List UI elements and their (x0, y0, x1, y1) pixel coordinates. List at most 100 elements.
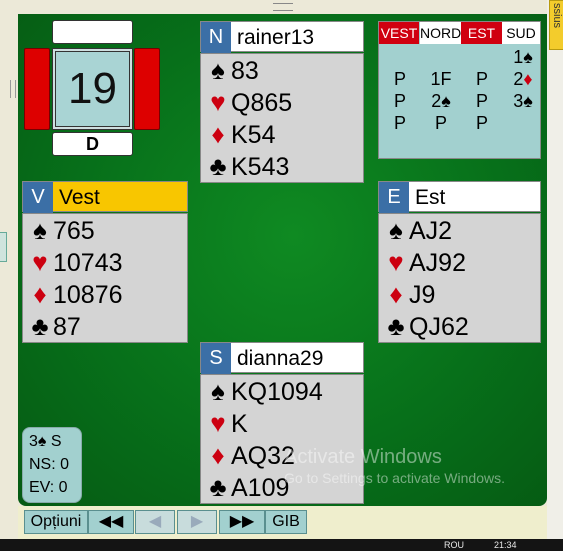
board-indicator: 19 D (22, 20, 162, 158)
previous-button[interactable]: ◀ (135, 510, 175, 534)
options-button[interactable]: Opțiuni (24, 510, 88, 534)
bidding-header-2: EST (461, 22, 502, 44)
dealer-indicator: D (52, 132, 133, 156)
bid-cell: P (393, 113, 406, 133)
bid-cell: P (475, 91, 488, 111)
west-header: V Vest (22, 181, 188, 213)
bid-cell: 2♠ (431, 91, 451, 111)
south-clubs-cards[interactable]: A109 (231, 474, 289, 502)
bid-cell: 1♠ (513, 47, 533, 67)
board-number: 19 (55, 51, 130, 127)
clock[interactable]: 21:34 (494, 539, 517, 551)
north-clubs-cards[interactable]: K543 (231, 153, 289, 181)
side-tab[interactable]: ssius (549, 0, 563, 50)
east-vulnerability-bar (134, 48, 160, 130)
west-diamonds: ♦ 10876 (23, 278, 187, 310)
bid-cell: P (475, 113, 488, 133)
activate-windows-subtitle: Go to Settings to activate Windows. (284, 470, 505, 486)
taskbar: ROU 21:34 (0, 539, 563, 551)
first-trick-button[interactable]: ◀◀ (88, 510, 134, 534)
north-spades: ♠ 83 (201, 54, 363, 86)
north-diamonds-cards[interactable]: K54 (231, 121, 275, 149)
north-spades-cards[interactable]: 83 (231, 57, 259, 85)
bidding-header-1: NORD (420, 22, 461, 44)
heart-icon: ♥ (388, 247, 404, 277)
south-hearts: ♥ K (201, 407, 363, 439)
bid-cell: 1F (430, 69, 452, 89)
last-trick-button[interactable]: ▶▶ (219, 510, 265, 534)
spade-icon: ♠ (389, 215, 403, 245)
west-diamonds-cards[interactable]: 10876 (53, 281, 123, 309)
west-seat-label: V (23, 182, 53, 213)
east-spades: ♠ AJ2 (379, 214, 540, 246)
east-seat-label: E (379, 182, 409, 213)
west-spades-cards[interactable]: 765 (53, 217, 95, 245)
east-clubs-cards[interactable]: QJ62 (409, 313, 469, 341)
club-icon: ♣ (387, 311, 405, 341)
west-clubs-cards[interactable]: 87 (53, 313, 81, 341)
north-player-name[interactable]: rainer13 (237, 22, 314, 53)
west-clubs: ♣ 87 (23, 310, 187, 342)
south-player-name[interactable]: dianna29 (237, 343, 323, 374)
language-indicator[interactable]: ROU (444, 539, 464, 551)
bid-cell: 2♦ (513, 69, 533, 89)
east-player-name[interactable]: Est (415, 182, 445, 213)
bidding-header-0: VEST (379, 22, 419, 44)
resize-grip-icon[interactable] (273, 3, 293, 11)
heart-icon: ♥ (210, 87, 226, 117)
east-hearts: ♥ AJ92 (379, 246, 540, 278)
north-hand: N rainer13 ♠ 83 ♥ Q865 ♦ K54 ♣ K543 (200, 21, 364, 183)
diamond-icon: ♦ (211, 119, 225, 149)
diamond-icon: ♦ (33, 279, 47, 309)
east-spades-cards[interactable]: AJ2 (409, 217, 452, 245)
bid-cell: P (434, 113, 447, 133)
spade-icon: ♠ (33, 215, 47, 245)
west-hearts-cards[interactable]: 10743 (53, 249, 123, 277)
bid-cell: P (393, 91, 406, 111)
west-vulnerability-bar (24, 48, 50, 130)
south-hearts-cards[interactable]: K (231, 410, 248, 438)
north-seat-label: N (201, 22, 231, 53)
north-vulnerability-bar (52, 20, 133, 44)
south-spades-cards[interactable]: KQ1094 (231, 378, 323, 406)
north-clubs: ♣ K543 (201, 150, 363, 182)
left-panel-strip (0, 0, 18, 551)
window-top-bar (0, 0, 563, 14)
north-header: N rainer13 (200, 21, 364, 53)
bid-cell: 3♠ (513, 91, 533, 111)
east-diamonds-cards[interactable]: J9 (409, 281, 435, 309)
next-button[interactable]: ▶ (177, 510, 217, 534)
ev-score: EV: 0 (29, 479, 68, 496)
spade-icon: ♠ (211, 376, 225, 406)
south-header: S dianna29 (200, 342, 364, 374)
east-cards: ♠ AJ2 ♥ AJ92 ♦ J9 ♣ QJ62 (378, 213, 541, 343)
north-hearts: ♥ Q865 (201, 86, 363, 118)
splitter-grip-icon[interactable] (10, 80, 16, 98)
east-diamonds: ♦ J9 (379, 278, 540, 310)
diamond-icon: ♦ (389, 279, 403, 309)
west-player-name[interactable]: Vest (59, 182, 100, 213)
spade-icon: ♠ (211, 55, 225, 85)
north-diamonds: ♦ K54 (201, 118, 363, 150)
east-hearts-cards[interactable]: AJ92 (409, 249, 466, 277)
gib-button[interactable]: GIB (265, 510, 307, 534)
bidding-header-3: SUD (502, 22, 540, 44)
collapsed-panel-tab[interactable] (0, 232, 7, 262)
west-cards: ♠ 765 ♥ 10743 ♦ 10876 ♣ 87 (22, 213, 188, 343)
west-spades: ♠ 765 (23, 214, 187, 246)
heart-icon: ♥ (210, 408, 226, 438)
bidding-box: VEST NORD EST SUD 1♠ P 1F P 2♦ P 2♠ P 3♠ P P P (378, 21, 541, 159)
score-box: 3♠ S NS: 0 EV: 0 (22, 427, 82, 503)
club-icon: ♣ (31, 311, 49, 341)
club-icon: ♣ (209, 472, 227, 502)
east-header: E Est (378, 181, 541, 213)
activate-windows-title: Activate Windows (284, 446, 442, 468)
ns-score: NS: 0 (29, 456, 70, 473)
north-cards: ♠ 83 ♥ Q865 ♦ K54 ♣ K543 (200, 53, 364, 183)
east-hand: E Est ♠ AJ2 ♥ AJ92 ♦ J9 ♣ QJ62 (378, 181, 541, 343)
north-hearts-cards[interactable]: Q865 (231, 89, 292, 117)
west-hearts: ♥ 10743 (23, 246, 187, 278)
east-clubs: ♣ QJ62 (379, 310, 540, 342)
bid-cell: P (393, 69, 406, 89)
south-spades: ♠ KQ1094 (201, 375, 363, 407)
